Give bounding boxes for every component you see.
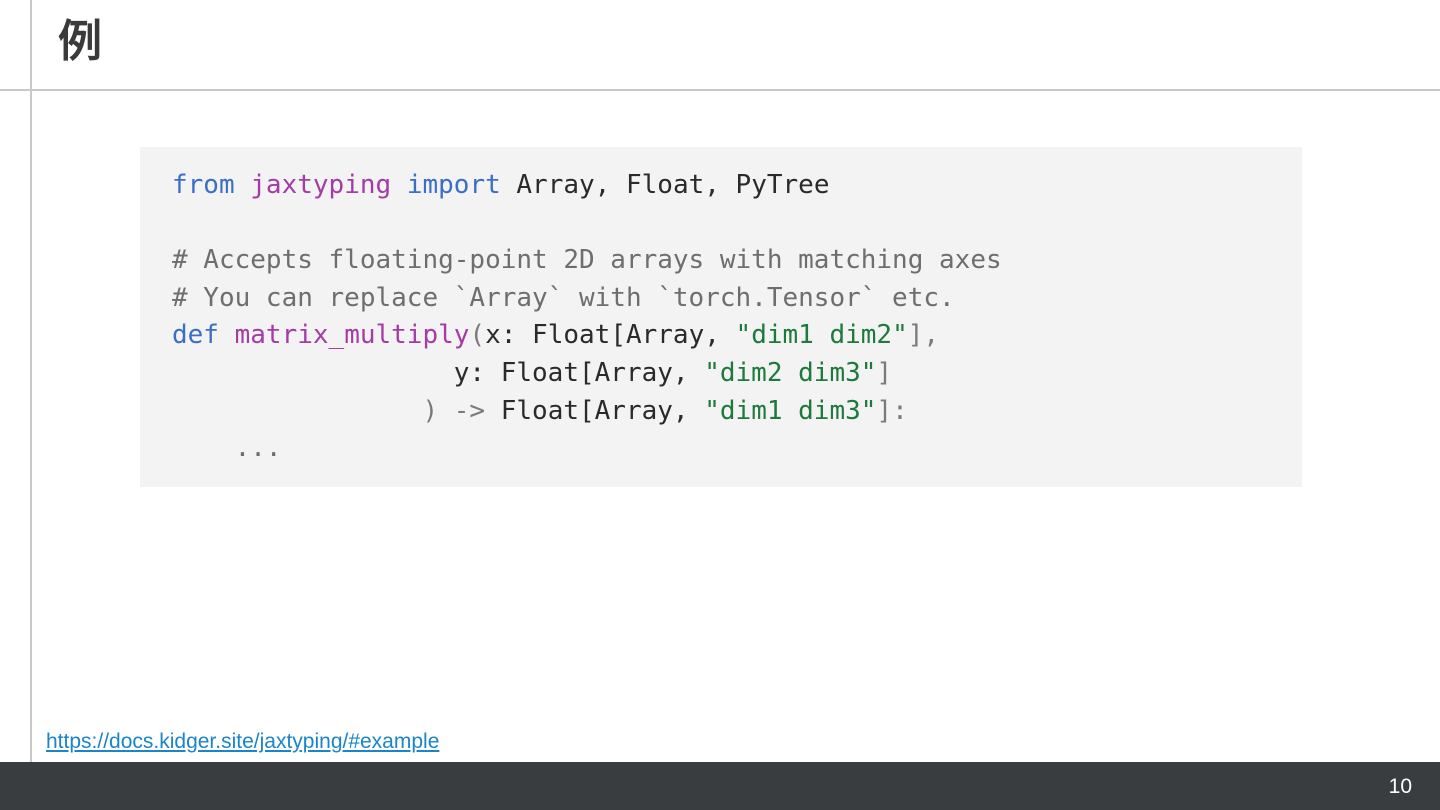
param-y: y: Float[Array, bbox=[453, 357, 705, 388]
string-dim2-dim3: "dim2 dim3" bbox=[704, 357, 877, 388]
indent-return bbox=[172, 396, 422, 426]
code-line-def: def matrix_multiply(x: Float[Array, "dim… bbox=[172, 317, 1302, 355]
return-type: Float[Array, bbox=[500, 395, 705, 426]
code-comment-1: # Accepts floating-point 2D arrays with … bbox=[172, 245, 1002, 276]
title-divider bbox=[0, 89, 1440, 91]
indent-y bbox=[172, 358, 454, 388]
imported-names: Array, Float, PyTree bbox=[516, 170, 830, 200]
code-block: from jaxtyping import Array, Float, PyTr… bbox=[140, 147, 1302, 487]
function-name: matrix_multiply bbox=[234, 320, 470, 351]
open-paren: ( bbox=[469, 320, 486, 351]
footer-bar: 10 bbox=[0, 762, 1440, 810]
keyword-from: from bbox=[172, 170, 235, 200]
keyword-def: def bbox=[172, 320, 219, 351]
module-name: jaxtyping bbox=[250, 170, 392, 200]
string-dim1-dim2: "dim1 dim2" bbox=[735, 320, 908, 351]
close-bracket-x: ], bbox=[907, 320, 940, 351]
close-bracket-y: ] bbox=[876, 357, 893, 388]
close-bracket-return: ]: bbox=[876, 395, 908, 426]
slide-title: 例 bbox=[58, 16, 102, 67]
source-link[interactable]: https://docs.kidger.site/jaxtyping/#exam… bbox=[46, 729, 439, 755]
return-arrow: ) -> bbox=[422, 395, 501, 426]
code-line-param-y: y: Float[Array, "dim2 dim3"] bbox=[172, 355, 1302, 393]
param-x: x: Float[Array, bbox=[485, 320, 736, 351]
code-ellipsis: ... bbox=[172, 433, 282, 464]
left-divider bbox=[30, 0, 32, 762]
slide: 例 from jaxtyping import Array, Float, Py… bbox=[0, 0, 1440, 810]
page-number: 10 bbox=[1388, 775, 1412, 798]
string-dim1-dim3: "dim1 dim3" bbox=[704, 395, 877, 426]
code-line-import: from jaxtyping import Array, Float, PyTr… bbox=[172, 167, 1302, 205]
code-line-return: ) -> Float[Array, "dim1 dim3"]: bbox=[172, 393, 1302, 431]
keyword-import: import bbox=[406, 170, 501, 200]
code-comment-2: # You can replace `Array` with `torch.Te… bbox=[172, 282, 955, 313]
